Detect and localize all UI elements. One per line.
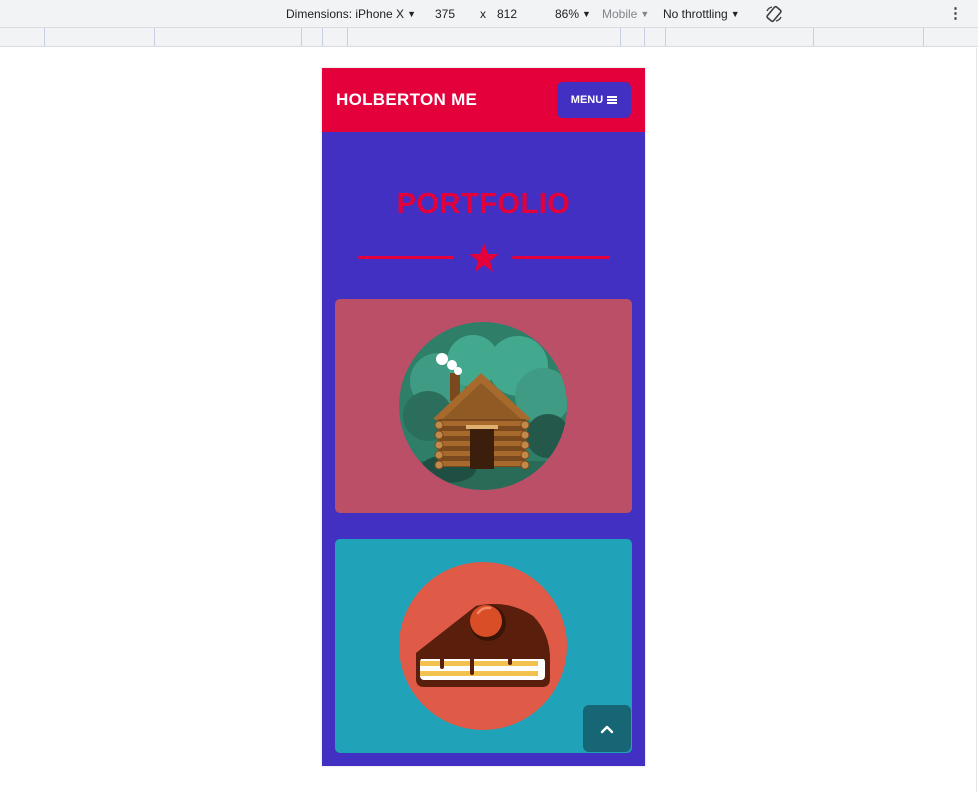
hamburger-icon xyxy=(607,96,618,104)
cabin-icon xyxy=(399,322,567,490)
throttling-value: No throttling xyxy=(663,7,728,21)
star-divider xyxy=(358,240,610,276)
device-type-value: Mobile xyxy=(602,7,638,21)
navbar: HOLBERTON ME MENU xyxy=(322,68,645,132)
chevron-up-icon xyxy=(600,725,614,733)
media-query-ruler xyxy=(0,28,978,47)
section-title: PORTFOLIO xyxy=(396,188,571,220)
menu-label: MENU xyxy=(570,94,604,106)
caret-down-icon: ▼ xyxy=(730,9,740,19)
more-options-icon[interactable]: ⋮ xyxy=(948,4,963,22)
device-type-dropdown[interactable]: Mobile ▼ xyxy=(602,7,649,21)
menu-button[interactable]: MENU xyxy=(557,82,631,118)
width-input[interactable]: 375 xyxy=(435,7,455,21)
zoom-value: 86% xyxy=(555,7,580,21)
zoom-dropdown[interactable]: 86% ▼ xyxy=(555,7,591,21)
times-label: x xyxy=(480,7,486,21)
rotate-icon[interactable] xyxy=(765,5,783,23)
mobile-page: HOLBERTON ME MENU PORTFOLIO xyxy=(322,68,645,766)
width-value: 375 xyxy=(435,7,456,21)
brand-logo[interactable]: HOLBERTON ME xyxy=(336,90,477,110)
times-separator: x xyxy=(480,7,486,21)
star-icon xyxy=(469,243,499,272)
caret-down-icon: ▼ xyxy=(640,9,650,19)
cake-icon xyxy=(399,562,567,730)
portfolio-item-cabin[interactable] xyxy=(335,299,632,513)
devtools-toolbar: Dimensions: iPhone X ▼ 375 x 812 86% ▼ M… xyxy=(0,0,978,28)
caret-down-icon: ▼ xyxy=(582,9,591,19)
divider-line-right xyxy=(512,256,610,259)
dimensions-dropdown[interactable]: Dimensions: iPhone X ▼ xyxy=(286,7,416,21)
throttling-dropdown[interactable]: No throttling ▼ xyxy=(663,7,740,21)
caret-down-icon: ▼ xyxy=(407,9,416,19)
divider-line-left xyxy=(358,256,454,259)
height-input[interactable]: 812 xyxy=(497,7,517,21)
scroll-to-top-button[interactable] xyxy=(583,705,631,752)
dimensions-label: Dimensions: iPhone X xyxy=(286,7,405,21)
height-value: 812 xyxy=(497,7,518,21)
